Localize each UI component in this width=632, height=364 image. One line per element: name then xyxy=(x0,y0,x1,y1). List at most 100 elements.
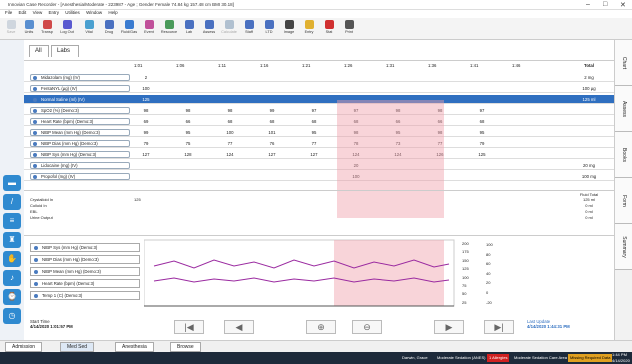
row-cell[interactable] xyxy=(386,74,410,81)
row-cell[interactable] xyxy=(512,129,536,136)
legend-heart-rate[interactable]: Heart Rate (bpm) (Demo:3) xyxy=(30,279,140,288)
row-cell[interactable]: 99 xyxy=(134,129,158,136)
stethoscope-icon[interactable]: ♪ xyxy=(3,270,21,286)
row-cell[interactable]: 69 xyxy=(134,118,158,125)
row-cell[interactable]: 98 xyxy=(218,107,242,114)
stat-button[interactable]: Stat xyxy=(320,19,338,39)
tab-med-sed[interactable]: Med Sed xyxy=(60,342,95,352)
data-row[interactable]: SpO2 (%) (Demo:3) 98 98 98 99 97 97 98 98 97 xyxy=(24,106,614,115)
data-row[interactable]: Propofol (mg) (IV) 100 100 mg xyxy=(24,172,614,181)
row-cell[interactable] xyxy=(512,151,536,158)
row-cell[interactable] xyxy=(260,96,284,103)
row-cell[interactable]: 98 xyxy=(134,107,158,114)
data-row[interactable]: NIBP Mean (mm Hg) (Demo:3) 99 95 100 101 95 98… xyxy=(24,128,614,137)
drug-button[interactable]: Drug xyxy=(100,19,118,39)
row-cell[interactable] xyxy=(428,74,452,81)
row-cell[interactable] xyxy=(176,173,200,180)
row-cell[interactable] xyxy=(512,74,536,81)
zoom-in-button[interactable]: ⊕ xyxy=(306,320,336,334)
row-cell[interactable]: 100 xyxy=(218,129,242,136)
data-row[interactable]: NIBP Sys (mm Hg) (Demo:3) 127 128 124 127 127… xyxy=(24,150,614,159)
row-cell[interactable] xyxy=(344,85,368,92)
data-row[interactable]: Lidocaine (mg) (IV) 20 20 mg xyxy=(24,161,614,170)
row-cell[interactable] xyxy=(512,96,536,103)
data-row[interactable]: Heart Rate (bpm) (Demo:3) 69 66 68 68 68 68 66 6… xyxy=(24,117,614,126)
row-cell[interactable]: 127 xyxy=(134,151,158,158)
row-cell[interactable]: 127 xyxy=(302,151,326,158)
row-cell[interactable] xyxy=(134,162,158,169)
row-cell[interactable]: 95 xyxy=(470,129,494,136)
row-cell[interactable] xyxy=(218,162,242,169)
row-label[interactable]: Midazolam (mg) (IV) xyxy=(30,74,130,81)
syringe-icon[interactable]: / xyxy=(3,194,21,210)
tab-browse[interactable]: Browse xyxy=(170,342,201,352)
row-cell[interactable] xyxy=(386,85,410,92)
row-cell[interactable]: 97 xyxy=(470,107,494,114)
row-label[interactable]: Propofol (mg) (IV) xyxy=(30,173,130,180)
row-cell[interactable] xyxy=(218,85,242,92)
row-label[interactable]: Heart Rate (bpm) (Demo:3) xyxy=(30,118,130,125)
data-row[interactable]: Normal Saline (ml) (IV) 125 125 ml xyxy=(24,95,614,104)
row-cell[interactable]: 99 xyxy=(260,107,284,114)
assess-button[interactable]: Assess xyxy=(200,19,218,39)
row-cell[interactable]: 75 xyxy=(176,140,200,147)
row-cell[interactable]: 2 xyxy=(134,74,158,81)
menu-entry[interactable]: Entry xyxy=(49,10,60,15)
row-cell[interactable] xyxy=(260,162,284,169)
row-cell[interactable] xyxy=(470,96,494,103)
row-label[interactable]: NIBP Dias (mm Hg) (Demo:3) xyxy=(30,140,130,147)
row-cell[interactable] xyxy=(302,74,326,81)
row-cell[interactable]: 76 xyxy=(260,140,284,147)
row-cell[interactable] xyxy=(428,85,452,92)
minimize-button[interactable]: – xyxy=(586,1,590,8)
clock-icon[interactable]: ◷ xyxy=(3,308,21,324)
row-label[interactable]: NIBP Sys (mm Hg) (Demo:3) xyxy=(30,151,130,158)
row-cell[interactable]: 95 xyxy=(176,129,200,136)
tab-anesthesia[interactable]: Anesthesia xyxy=(115,342,154,352)
row-label[interactable]: NIBP Mean (mm Hg) (Demo:3) xyxy=(30,129,130,136)
row-cell[interactable]: 125 xyxy=(134,96,158,103)
last-page-button[interactable]: ▶| xyxy=(484,320,514,334)
menu-window[interactable]: Window xyxy=(86,10,102,15)
first-page-button[interactable]: |◀ xyxy=(174,320,204,334)
status-required[interactable]: Missing Required Data xyxy=(568,354,613,362)
row-cell[interactable] xyxy=(302,162,326,169)
row-label[interactable]: FentaNYL (µg) (IV) xyxy=(30,85,130,92)
menu-edit[interactable]: Edit xyxy=(19,10,27,15)
row-cell[interactable] xyxy=(512,140,536,147)
row-cell[interactable]: 66 xyxy=(176,118,200,125)
row-cell[interactable] xyxy=(260,85,284,92)
tab-labs[interactable]: Labs xyxy=(51,45,79,57)
row-cell[interactable]: 97 xyxy=(302,107,326,114)
tab-chart[interactable]: Chart xyxy=(615,40,632,86)
row-cell[interactable]: 68 xyxy=(260,118,284,125)
logout-button[interactable]: Log Out xyxy=(58,19,76,39)
data-row[interactable]: NIBP Dias (mm Hg) (Demo:3) 79 75 77 76 77 78 73… xyxy=(24,139,614,148)
entry-button[interactable]: Entry xyxy=(300,19,318,39)
timer-icon[interactable]: ⌚ xyxy=(3,289,21,305)
row-cell[interactable] xyxy=(512,162,536,169)
bed-icon[interactable]: ▬ xyxy=(3,175,21,191)
resource-button[interactable]: Resource xyxy=(160,19,178,39)
tab-all[interactable]: All xyxy=(29,45,49,57)
row-cell[interactable]: 101 xyxy=(260,129,284,136)
tab-books[interactable]: Books xyxy=(615,132,632,178)
row-cell[interactable] xyxy=(512,118,536,125)
row-cell[interactable]: 100 xyxy=(134,85,158,92)
row-cell[interactable]: 68 xyxy=(470,118,494,125)
data-row[interactable]: FentaNYL (µg) (IV) 100 100 µg xyxy=(24,84,614,93)
row-cell[interactable]: 125 xyxy=(470,151,494,158)
row-cell[interactable] xyxy=(218,74,242,81)
legend-nibp-sys[interactable]: NIBP Sys (mm Hg) (Demo:3) xyxy=(30,243,140,252)
row-cell[interactable] xyxy=(512,85,536,92)
hand-icon[interactable]: ✋ xyxy=(3,251,21,267)
transp-button[interactable]: Transp xyxy=(38,19,56,39)
row-cell[interactable] xyxy=(470,85,494,92)
row-cell[interactable] xyxy=(302,173,326,180)
row-cell[interactable]: 68 xyxy=(302,118,326,125)
row-cell[interactable] xyxy=(470,74,494,81)
row-cell[interactable]: 77 xyxy=(218,140,242,147)
row-label[interactable]: Lidocaine (mg) (IV) xyxy=(30,162,130,169)
row-cell[interactable] xyxy=(470,173,494,180)
row-cell[interactable] xyxy=(512,107,536,114)
